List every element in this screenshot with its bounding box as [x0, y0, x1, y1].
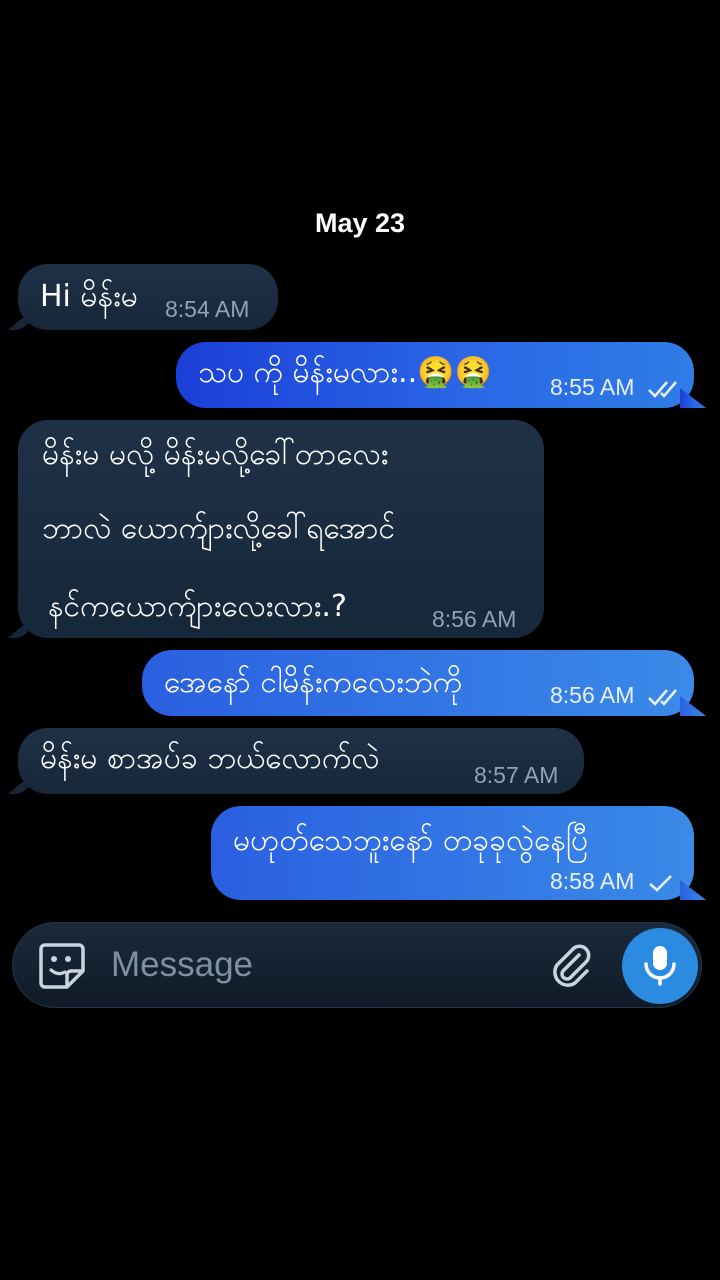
message-text: သပ ကို မိန်းမလား..🤮🤮 [198, 355, 492, 390]
date-header: May 23 [314, 208, 406, 238]
message-text: Hi မိန်းမ [40, 279, 138, 314]
message-bubble-outgoing[interactable]: မဟုတ်သေဘူးနော် တခုခုလွဲနေပြီ 8:58 AM [211, 806, 694, 900]
message-text: အေနော် ငါမိန်းကလေးဘဲကို [164, 665, 463, 700]
message-text: မဟုတ်သေဘူးနော် တခုခုလွဲနေပြီ [233, 823, 589, 858]
check-icon [648, 875, 672, 892]
microphone-icon [644, 946, 676, 986]
paperclip-icon[interactable] [549, 943, 595, 989]
message-text: နင်ကယောက်ျားလေးလား.? [48, 589, 347, 624]
message-text: ဘာလဲ ယောက်ျားလို့ခေါ်ရအောင် [42, 511, 396, 546]
message-time: 8:56 AM [432, 606, 517, 632]
microphone-button[interactable] [622, 928, 698, 1004]
message-input[interactable]: Message [111, 945, 253, 985]
message-time: 8:56 AM [550, 682, 681, 709]
message-bubble-incoming[interactable]: မိန်းမ စာအပ်ခ ဘယ်လောက်လဲ 8:57 AM [18, 728, 584, 794]
message-time: 8:55 AM [550, 374, 681, 401]
double-check-icon [647, 381, 677, 398]
message-bubble-incoming[interactable]: မိန်းမ မလို့ မိန်းမလို့ခေါ်တာလေး ဘာလဲ ယေ… [18, 420, 544, 638]
double-check-icon [647, 689, 677, 706]
message-bubble-outgoing[interactable]: သပ ကို မိန်းမလား..🤮🤮 8:55 AM [176, 342, 694, 408]
message-time: 8:54 AM [165, 296, 250, 322]
message-time: 8:57 AM [474, 762, 559, 788]
message-composer: Message [12, 922, 702, 1008]
sticker-icon[interactable] [37, 941, 87, 991]
message-time: 8:58 AM [550, 868, 675, 895]
message-bubble-outgoing[interactable]: အေနော် ငါမိန်းကလေးဘဲကို 8:56 AM [142, 650, 694, 716]
message-text: မိန်းမ စာအပ်ခ ဘယ်လောက်လဲ [40, 741, 380, 776]
message-bubble-incoming[interactable]: Hi မိန်းမ 8:54 AM [18, 264, 278, 330]
message-text: မိန်းမ မလို့ မိန်းမလို့ခေါ်တာလေး [42, 437, 389, 472]
